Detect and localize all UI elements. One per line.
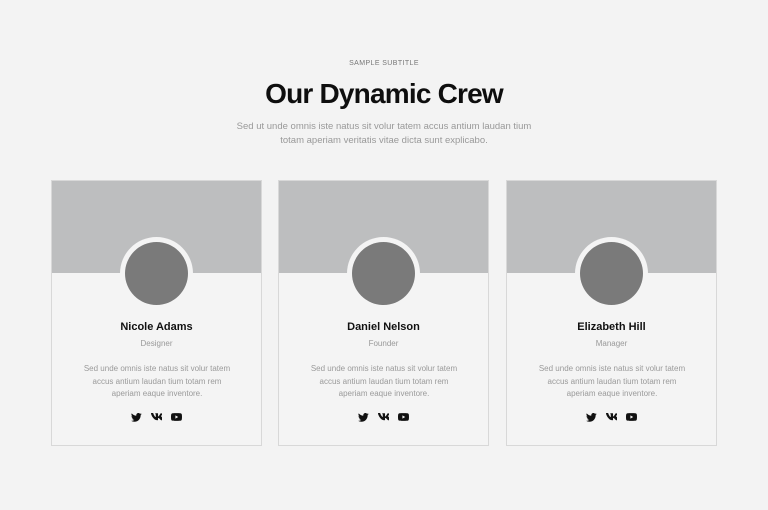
member-role: Founder xyxy=(368,339,399,348)
twitter-icon[interactable] xyxy=(131,412,142,422)
team-card: Nicole Adams Designer Sed unde omnis ist… xyxy=(51,180,262,446)
member-name: Elizabeth Hill xyxy=(577,321,646,333)
member-name: Daniel Nelson xyxy=(347,321,420,333)
twitter-icon[interactable] xyxy=(358,412,369,422)
member-role: Designer xyxy=(140,339,173,348)
social-links xyxy=(52,412,261,422)
avatar xyxy=(580,242,643,305)
vk-icon[interactable] xyxy=(378,412,389,422)
section-title: Our Dynamic Crew xyxy=(265,78,504,109)
member-bio: Sed unde omnis iste natus sit volur tate… xyxy=(538,364,686,398)
team-card: Daniel Nelson Founder Sed unde omnis ist… xyxy=(278,180,489,446)
section-subtitle: SAMPLE SUBTITLE xyxy=(349,60,419,67)
avatar-frame xyxy=(120,237,193,310)
avatar xyxy=(125,242,188,305)
social-links xyxy=(507,412,716,422)
vk-icon[interactable] xyxy=(606,412,617,422)
member-bio: Sed unde omnis iste natus sit volur tate… xyxy=(310,364,458,398)
youtube-icon[interactable] xyxy=(398,412,409,422)
member-role: Manager xyxy=(595,339,628,348)
avatar xyxy=(352,242,415,305)
avatar-frame xyxy=(575,237,648,310)
member-name: Nicole Adams xyxy=(120,321,193,333)
vk-icon[interactable] xyxy=(151,412,162,422)
team-card: Elizabeth Hill Manager Sed unde omnis is… xyxy=(506,180,717,446)
youtube-icon[interactable] xyxy=(171,412,182,422)
twitter-icon[interactable] xyxy=(586,412,597,422)
section-lead: Sed ut unde omnis iste natus sit volur t… xyxy=(236,121,532,146)
social-links xyxy=(279,412,488,422)
member-bio: Sed unde omnis iste natus sit volur tate… xyxy=(83,364,231,398)
avatar-frame xyxy=(347,237,420,310)
youtube-icon[interactable] xyxy=(626,412,637,422)
